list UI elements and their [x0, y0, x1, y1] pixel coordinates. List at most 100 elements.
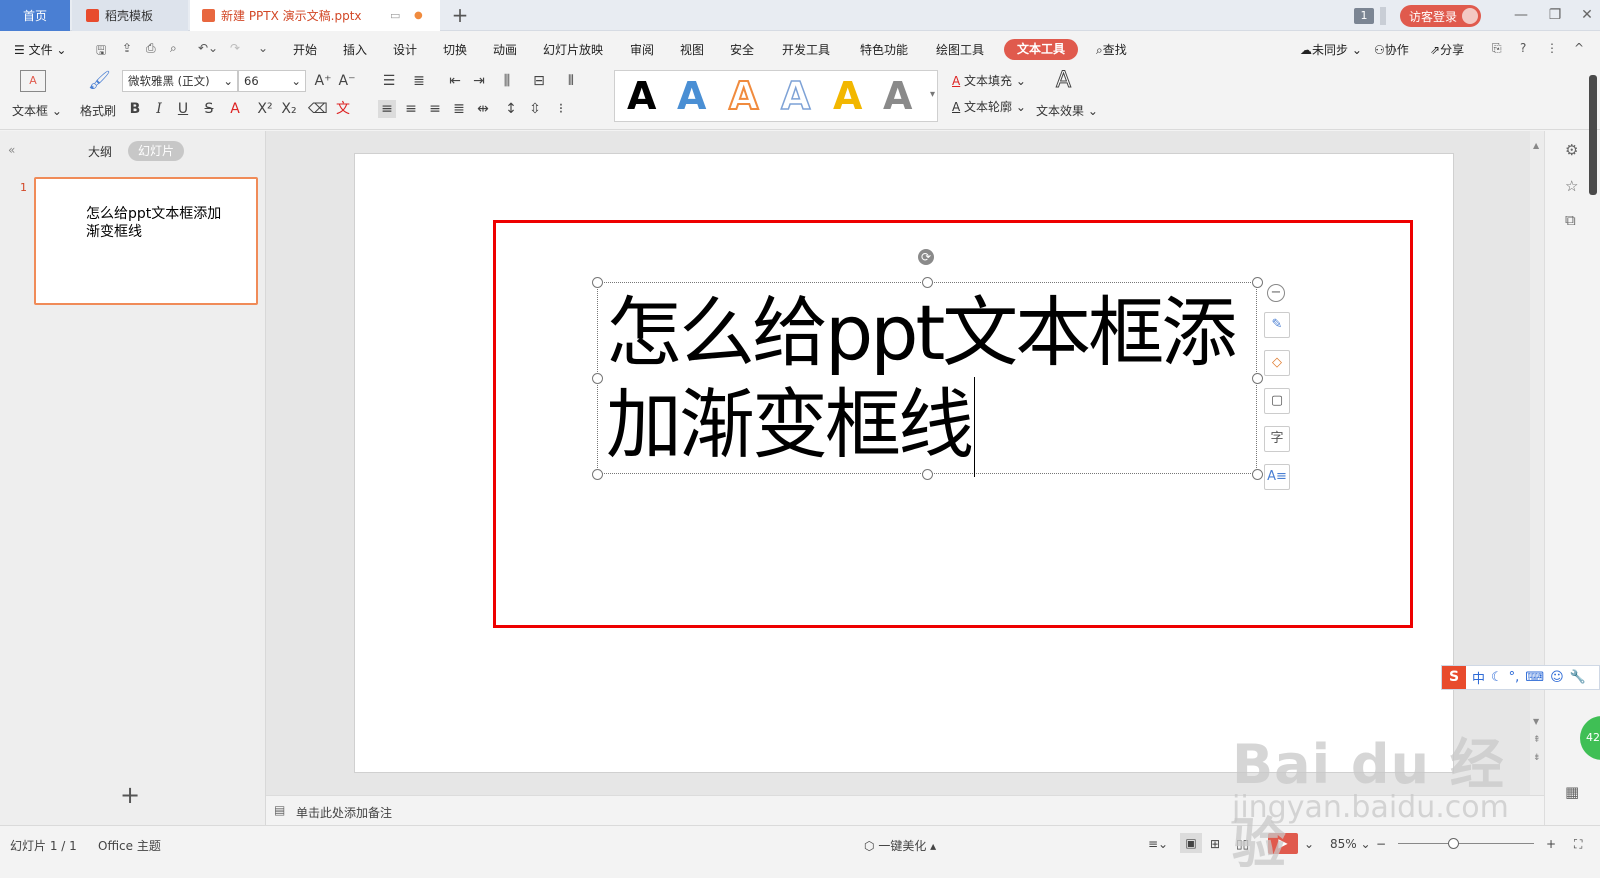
file-menu[interactable]: ☰ 文件 ⌄	[14, 41, 66, 58]
share-button[interactable]: ⇗分享	[1430, 41, 1464, 58]
columns-icon[interactable]: ⫴	[562, 72, 580, 90]
menu-insert[interactable]: 插入	[343, 41, 367, 58]
wrench-icon[interactable]: 🔧	[1570, 670, 1586, 685]
wordart-style-gray[interactable]: A	[883, 74, 912, 118]
resize-handle-w[interactable]	[592, 373, 603, 384]
collab-button[interactable]: ⚇协作	[1374, 41, 1409, 58]
text-direction-icon[interactable]: ⫼	[498, 72, 516, 90]
menu-design[interactable]: 设计	[393, 41, 417, 58]
punctuation-icon[interactable]: °,	[1509, 670, 1520, 685]
collapse-panel-icon[interactable]: «	[8, 143, 15, 157]
login-button[interactable]: 访客登录	[1400, 5, 1481, 27]
ime-language[interactable]: 中	[1472, 668, 1485, 687]
resize-handle-n[interactable]	[922, 277, 933, 288]
zoom-slider-knob[interactable]	[1448, 838, 1459, 849]
save-icon[interactable]: 🖫	[96, 41, 106, 62]
wordart-style-blue-outline[interactable]: A	[780, 73, 811, 119]
normal-view-icon[interactable]: ▣	[1180, 833, 1202, 853]
paragraph-spacing-icon[interactable]: ⇳	[526, 100, 544, 118]
export-icon[interactable]: ⇪	[122, 41, 132, 55]
font-grow-icon[interactable]: A⁺	[314, 72, 332, 90]
resize-handle-s[interactable]	[922, 469, 933, 480]
align-text-icon[interactable]: ⊟	[530, 72, 548, 90]
clear-format-icon[interactable]: ⌫	[308, 100, 328, 118]
play-options-icon[interactable]: ⌄	[1304, 837, 1314, 851]
resize-handle-sw[interactable]	[592, 469, 603, 480]
format-painter-icon[interactable]: 🖌	[88, 70, 111, 94]
slide[interactable]: ⟳ 怎么给ppt文本框添 加渐变框线	[354, 153, 1454, 773]
resize-handle-ne[interactable]	[1252, 277, 1263, 288]
zoom-slider[interactable]	[1398, 843, 1534, 844]
menu-review[interactable]: 审阅	[630, 41, 654, 58]
textbox-icon[interactable]: A	[20, 70, 46, 92]
collapse-ribbon-icon[interactable]: ^	[1574, 41, 1584, 55]
search-button[interactable]: ⌕查找	[1096, 41, 1127, 58]
scroll-down-icon[interactable]: ▼	[1533, 717, 1539, 726]
reading-view-icon[interactable]: ▯▯	[1236, 837, 1249, 851]
font-shrink-icon[interactable]: A⁻	[338, 72, 356, 90]
menu-view[interactable]: 视图	[680, 41, 704, 58]
preview-icon[interactable]: ⌕	[170, 41, 177, 56]
new-tab-button[interactable]: +	[448, 4, 472, 28]
strikethrough-icon[interactable]: S	[200, 100, 218, 118]
text-outline-button[interactable]: A 文本轮廓 ⌄	[952, 98, 1026, 115]
tabs-icon[interactable]: ⎘	[1492, 41, 1502, 56]
resize-handle-se[interactable]	[1252, 469, 1263, 480]
next-slide-icon[interactable]: ⇟	[1533, 753, 1541, 763]
distribute-icon[interactable]: ⇹	[474, 100, 492, 118]
font-color-icon[interactable]: A	[226, 100, 244, 118]
scroll-up-icon[interactable]: ▲	[1533, 141, 1539, 150]
more-icon[interactable]: ⋮	[1546, 41, 1558, 55]
prev-slide-icon[interactable]: ⇞	[1533, 735, 1541, 745]
wordart-style-gold[interactable]: A	[833, 74, 862, 118]
window-count-badge[interactable]: 1	[1354, 8, 1374, 24]
slide-thumbnail[interactable]: 怎么给ppt文本框添加渐变框线	[34, 177, 258, 305]
increase-indent-icon[interactable]: ⇥	[470, 72, 488, 90]
menu-transition[interactable]: 切换	[443, 41, 467, 58]
redo-icon[interactable]: ↷	[230, 41, 240, 55]
zoom-level[interactable]: 85% ⌄	[1330, 837, 1371, 851]
menu-developer[interactable]: 开发工具	[782, 41, 830, 58]
bold-icon[interactable]: B	[126, 100, 144, 118]
moon-icon[interactable]: ☾	[1491, 670, 1503, 685]
gallery-more-icon[interactable]: ▾	[930, 89, 935, 100]
text-effects-icon[interactable]: A	[1055, 68, 1071, 94]
menu-animation[interactable]: 动画	[493, 41, 517, 58]
slide-title-text[interactable]: 怎么给ppt文本框添 加渐变框线	[606, 287, 1256, 471]
underline-icon[interactable]: U	[174, 100, 192, 118]
shape-outline-icon[interactable]: ▢	[1264, 388, 1290, 414]
play-slideshow-icon[interactable]: ▶	[1268, 833, 1298, 854]
close-button[interactable]: ✕	[1574, 4, 1600, 26]
add-slide-button[interactable]: +	[120, 781, 140, 809]
beautify-button[interactable]: ⬡ 一键美化 ▴	[864, 837, 936, 854]
restore-button[interactable]: ❐	[1542, 4, 1568, 26]
justify-icon[interactable]: ≣	[450, 100, 468, 118]
copy-style-icon[interactable]: ⧉	[1565, 211, 1576, 229]
vertical-scrollbar[interactable]: ▲ ▼ ⇞ ⇟	[1530, 131, 1544, 795]
resize-handle-e[interactable]	[1252, 373, 1263, 384]
line-spacing-icon[interactable]: ↕	[502, 100, 520, 118]
tab-slides[interactable]: 幻灯片	[128, 141, 184, 161]
notes-pane[interactable]: ▤ 单击此处添加备注	[266, 795, 1544, 825]
slide-sorter-icon[interactable]: ⊞	[1210, 837, 1220, 851]
align-center-icon[interactable]: ≡	[402, 100, 420, 118]
fit-window-icon[interactable]: ⛶	[1574, 837, 1582, 852]
collapse-tools-icon[interactable]: −	[1267, 284, 1285, 302]
ime-toolbar[interactable]: S 中 ☾ °, ⌨ ☺ 🔧	[1441, 665, 1600, 690]
quick-access-more-icon[interactable]: ⌄	[258, 41, 268, 55]
align-left-icon[interactable]: ≡	[378, 100, 396, 118]
numbered-list-icon[interactable]: ≣	[410, 72, 428, 90]
menu-slideshow[interactable]: 幻灯片放映	[543, 41, 603, 58]
decrease-indent-icon[interactable]: ⇤	[446, 72, 464, 90]
rotate-handle-icon[interactable]: ⟳	[918, 249, 934, 265]
text-fill-button[interactable]: A 文本填充 ⌄	[952, 72, 1026, 89]
zoom-out-icon[interactable]: −	[1376, 837, 1386, 851]
paragraph-settings-icon[interactable]: ⁝	[552, 100, 570, 118]
wordart-style-black[interactable]: A	[627, 74, 656, 118]
resize-handle-nw[interactable]	[592, 277, 603, 288]
tab-templates[interactable]: 稻壳模板	[72, 0, 188, 31]
subscript-icon[interactable]: X₂	[280, 100, 298, 118]
font-name-select[interactable]: 微软雅黑 (正文) ⌄	[122, 70, 238, 92]
menu-start[interactable]: 开始	[293, 41, 317, 58]
tab-home[interactable]: 首页	[0, 0, 70, 31]
